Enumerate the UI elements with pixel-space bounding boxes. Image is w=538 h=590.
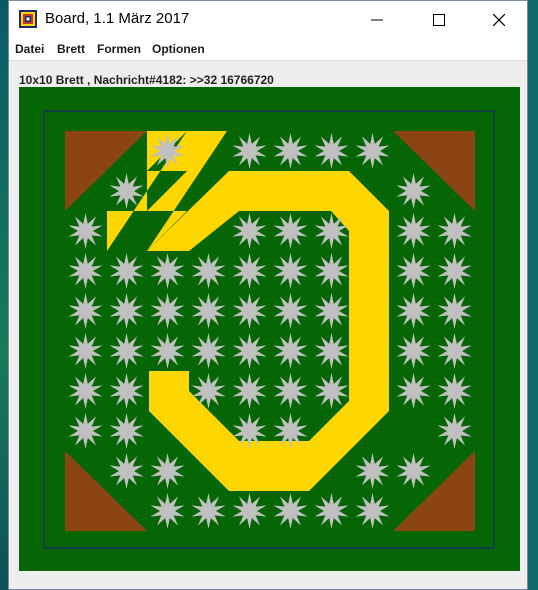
close-button[interactable] (476, 1, 522, 38)
minimize-button[interactable] (354, 1, 400, 38)
maximize-icon (433, 13, 445, 26)
window-title: Board, 1.1 März 2017 (45, 10, 190, 27)
game-board[interactable] (19, 87, 520, 571)
menu-brett[interactable]: Brett (57, 42, 85, 56)
maximize-button[interactable] (416, 1, 462, 38)
app-window: Board, 1.1 März 2017 Datei Brett Formen … (8, 0, 528, 590)
menu-bar: Datei Brett Formen Optionen (9, 38, 527, 61)
content-area: 10x10 Brett , Nachricht#4182: >>32 16766… (9, 61, 527, 589)
menu-optionen[interactable]: Optionen (152, 42, 205, 56)
desktop-background (0, 0, 8, 590)
minimize-icon (371, 19, 383, 20)
menu-datei[interactable]: Datei (15, 42, 44, 56)
board-grid-icon[interactable] (19, 10, 37, 28)
menu-formen[interactable]: Formen (97, 42, 141, 56)
close-icon (493, 13, 505, 26)
title-bar[interactable]: Board, 1.1 März 2017 (9, 1, 527, 38)
status-message: 10x10 Brett , Nachricht#4182: >>32 16766… (19, 73, 274, 87)
